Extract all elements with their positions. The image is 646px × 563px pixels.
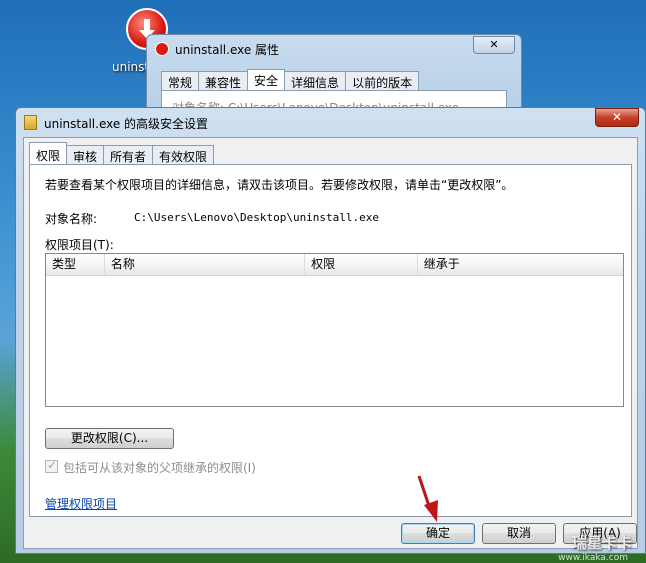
annotation-arrow	[417, 475, 438, 522]
watermark-url: www.ikaka.com	[558, 553, 628, 563]
watermark-text: 瑞星卡卡	[571, 534, 632, 552]
